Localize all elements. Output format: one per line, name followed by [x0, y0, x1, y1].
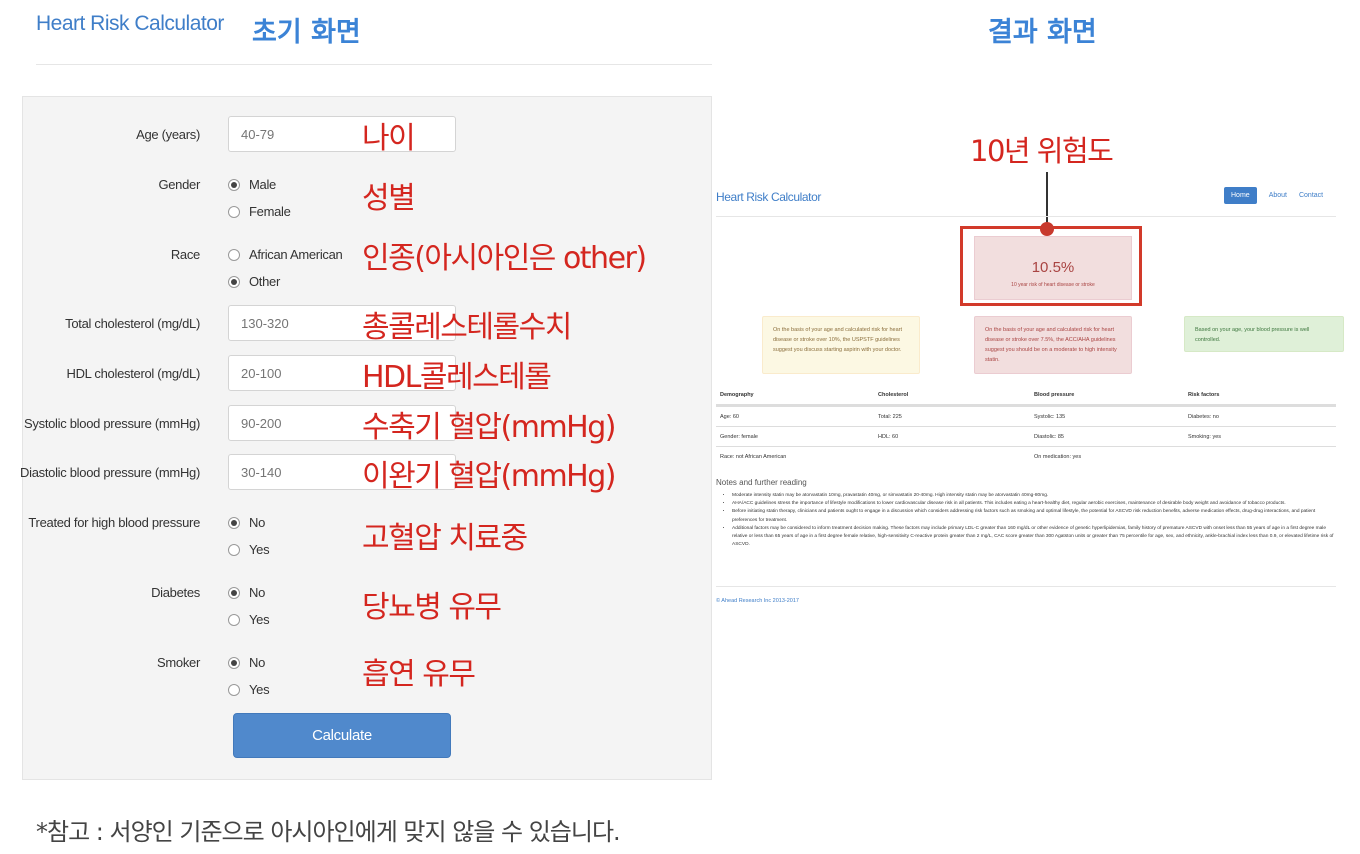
nav-home[interactable]: Home	[1224, 187, 1257, 204]
treated-label: Treated for high blood pressure	[28, 515, 200, 530]
table-cell: HDL: 60	[878, 433, 899, 440]
table-cell: Gender: female	[720, 433, 758, 440]
radio-label: African American	[249, 247, 343, 262]
diabetes-label: Diabetes	[151, 585, 200, 600]
table-cell: Diastolic: 85	[1034, 433, 1064, 440]
radio-empty-icon	[228, 613, 240, 626]
radio-selected-icon	[228, 178, 240, 191]
diabetes-annotation: 당뇨병 유무	[362, 590, 502, 625]
copyright: © Ahead Research Inc 2013-2017	[716, 598, 799, 604]
radio-selected-icon	[228, 586, 240, 599]
race-annotation: 인종(아시아인은 other)	[362, 241, 647, 276]
total-cholesterol-annotation: 총콜레스테롤수치	[362, 310, 572, 345]
blood-pressure-alert: Based on your age, your blood pressure i…	[1184, 316, 1344, 352]
systolic-label: Systolic blood pressure (mmHg)	[24, 416, 200, 431]
smoker-yes-radio[interactable]: Yes	[228, 682, 270, 697]
systolic-annotation: 수축기 혈압(mmHg)	[362, 410, 617, 445]
list-item: Moderate intensity statin may be atorvas…	[732, 492, 1336, 500]
table-row: Race: not African American On medication…	[716, 446, 1336, 466]
gender-female-radio[interactable]: Female	[228, 204, 291, 219]
total-cholesterol-label: Total cholesterol (mg/dL)	[65, 316, 200, 331]
hdl-annotation: HDL콜레스테롤	[362, 360, 552, 395]
list-item: AHA/ACC guidelines stress the importance…	[732, 500, 1336, 508]
gender-male-radio[interactable]: Male	[228, 177, 276, 192]
table-cell: Smoking: yes	[1188, 433, 1222, 440]
diabetes-yes-radio[interactable]: Yes	[228, 612, 270, 627]
notes-title: Notes and further reading	[716, 478, 807, 487]
table-header-cell: Risk factors	[1188, 392, 1220, 398]
table-header-row: Demography Cholesterol Blood pressure Ri…	[716, 386, 1336, 406]
radio-empty-icon	[228, 248, 240, 261]
diabetes-no-radio[interactable]: No	[228, 585, 265, 600]
age-annotation: 나이	[362, 121, 416, 156]
smoker-annotation: 흡연 유무	[362, 657, 476, 692]
table-cell: Systolic: 135	[1034, 413, 1066, 420]
gender-label: Gender	[158, 177, 200, 192]
header-divider	[36, 64, 712, 65]
treated-no-radio[interactable]: No	[228, 515, 265, 530]
list-item: Additional factors may be considered to …	[732, 525, 1336, 550]
radio-label: Male	[249, 177, 276, 192]
app-title: Heart Risk Calculator	[36, 12, 224, 35]
treated-yes-radio[interactable]: Yes	[228, 542, 270, 557]
diastolic-annotation: 이완기 혈압(mmHg)	[362, 459, 617, 494]
table-row: Gender: female HDL: 60 Diastolic: 85 Smo…	[716, 426, 1336, 446]
section-title-initial: 초기 화면	[252, 17, 361, 48]
treated-annotation: 고혈압 치료중	[362, 521, 528, 556]
radio-label: Yes	[249, 682, 270, 697]
table-cell: On medication: yes	[1034, 453, 1082, 460]
footer-divider	[716, 586, 1336, 587]
table-header-cell: Cholesterol	[878, 392, 909, 398]
statin-alert: On the basis of your age and calculated …	[974, 316, 1132, 374]
radio-label: Female	[249, 204, 291, 219]
radio-empty-icon	[228, 205, 240, 218]
risk-annotation-title: 10년 위험도	[970, 134, 1114, 168]
radio-selected-icon	[228, 516, 240, 529]
table-header-cell: Blood pressure	[1034, 392, 1075, 398]
race-other-radio[interactable]: Other	[228, 274, 280, 289]
result-nav: Home About Contact	[1224, 187, 1323, 204]
table-header-cell: Demography	[720, 392, 754, 398]
race-african-american-radio[interactable]: African American	[228, 247, 343, 262]
result-header-divider	[716, 216, 1336, 217]
footnote: *참고 : 서양인 기준으로 아시아인에게 맞지 않을 수 있습니다.	[36, 818, 621, 846]
result-app-title[interactable]: Heart Risk Calculator	[716, 190, 821, 204]
hdl-label: HDL cholesterol (mg/dL)	[66, 366, 200, 381]
smoker-label: Smoker	[157, 655, 200, 670]
radio-selected-icon	[228, 656, 240, 669]
radio-label: No	[249, 515, 266, 530]
table-cell: Total: 225	[878, 413, 902, 420]
table-cell: Diabetes: no	[1188, 413, 1219, 420]
table-cell: Age: 60	[720, 413, 739, 420]
smoker-no-radio[interactable]: No	[228, 655, 265, 670]
radio-label: Other	[249, 274, 281, 289]
calculate-button[interactable]: Calculate	[233, 713, 451, 758]
radio-selected-icon	[228, 275, 240, 288]
risk-highlight-frame	[960, 226, 1142, 306]
table-row: Age: 60 Total: 225 Systolic: 135 Diabete…	[716, 406, 1336, 426]
radio-empty-icon	[228, 543, 240, 556]
radio-label: No	[249, 655, 266, 670]
radio-label: Yes	[249, 612, 270, 627]
section-title-result: 결과 화면	[988, 17, 1097, 48]
annotation-pointer-line	[1046, 172, 1048, 228]
nav-contact[interactable]: Contact	[1299, 192, 1323, 199]
table-cell: Race: not African American	[720, 453, 787, 460]
summary-table: Demography Cholesterol Blood pressure Ri…	[716, 386, 1336, 466]
list-item: Before initiating statin therapy, clinic…	[732, 508, 1336, 524]
nav-about[interactable]: About	[1269, 192, 1287, 199]
age-input[interactable]	[228, 116, 456, 152]
radio-label: No	[249, 585, 266, 600]
gender-annotation: 성별	[362, 181, 416, 216]
radio-empty-icon	[228, 683, 240, 696]
radio-label: Yes	[249, 542, 270, 557]
age-label: Age (years)	[136, 127, 200, 142]
diastolic-label: Diastolic blood pressure (mmHg)	[20, 465, 200, 480]
annotation-pointer-dot	[1040, 222, 1054, 236]
race-label: Race	[170, 247, 200, 262]
notes-list: Moderate intensity statin may be atorvas…	[726, 492, 1336, 549]
aspirin-alert: On the basis of your age and calculated …	[762, 316, 920, 374]
